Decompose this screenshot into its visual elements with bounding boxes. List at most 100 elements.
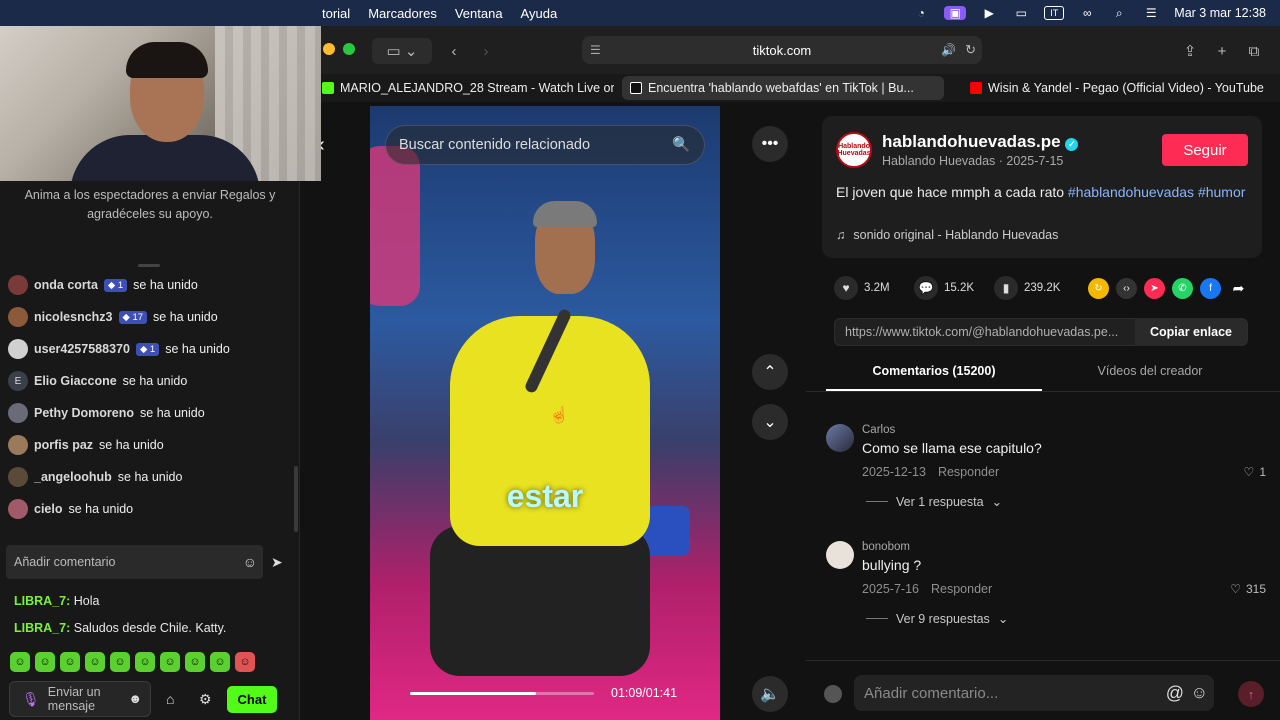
join-username[interactable]: Pethy Domoreno xyxy=(34,406,134,420)
sound-link[interactable]: ♫ sonido original - Hablando Huevadas xyxy=(836,228,1058,242)
forward-button[interactable]: › xyxy=(472,38,500,64)
speaker-icon: 🔈 xyxy=(760,686,780,703)
follow-button[interactable]: Seguir xyxy=(1162,134,1248,166)
input-source-icon[interactable]: IT xyxy=(1044,6,1065,20)
related-search-input[interactable]: Buscar contenido relacionado 🔍 xyxy=(385,125,705,165)
more-options-button[interactable]: ••• xyxy=(752,126,788,162)
facebook-icon[interactable]: f xyxy=(1200,278,1221,299)
send-message-input[interactable]: 🎙 Enviar un mensaje ☻ xyxy=(9,681,151,717)
battery-icon[interactable]: ▭ xyxy=(1012,6,1030,20)
view-replies-button[interactable]: Ver 1 respuesta ⌄ xyxy=(866,494,1002,509)
microphone-icon[interactable]: 🎙 xyxy=(22,692,40,706)
play-icon[interactable]: ▶ xyxy=(980,6,998,20)
tab-tiktok-search[interactable]: Encuentra 'hablando webafdas' en TikTok … xyxy=(622,76,944,100)
join-username[interactable]: cielo xyxy=(34,502,63,516)
comment-username[interactable]: bonobom xyxy=(862,541,910,553)
audio-playing-icon[interactable]: 🔊 xyxy=(941,43,956,57)
reply-button[interactable]: Responder xyxy=(938,465,999,479)
maximize-window-button[interactable] xyxy=(343,43,355,55)
chat-send-button[interactable]: Chat xyxy=(227,686,277,713)
settings-button[interactable]: ⚙ xyxy=(199,691,212,708)
comment-input[interactable]: Añadir comentario... @ ☺ xyxy=(854,675,1214,711)
address-bar[interactable]: ☰ tiktok.com 🔊 ↻ xyxy=(582,36,982,64)
scroll-handle[interactable] xyxy=(138,264,160,267)
emote-icon[interactable]: ☺ xyxy=(135,652,155,672)
scrollbar[interactable] xyxy=(294,466,298,532)
emoji-icon[interactable]: ☺ xyxy=(243,554,257,570)
tab-creator-videos[interactable]: Vídeos del creador xyxy=(1042,364,1258,392)
emote-icon[interactable]: ☺ xyxy=(235,652,255,672)
tab-comments[interactable]: Comentarios (15200) xyxy=(826,364,1042,392)
screen-record-icon[interactable]: ▣ xyxy=(944,6,967,20)
emoji-icon[interactable]: ☺ xyxy=(1191,683,1208,703)
menu-item-tutorial[interactable]: torial xyxy=(322,6,350,21)
join-username[interactable]: porfis paz xyxy=(34,438,93,452)
tab-overview-button[interactable]: ⧉ xyxy=(1244,38,1264,64)
menu-clock[interactable]: Mar 3 mar 12:38 xyxy=(1174,6,1266,20)
join-username[interactable]: _angeloohub xyxy=(34,470,112,484)
emote-icon[interactable]: ☺ xyxy=(35,652,55,672)
sidebar-toggle-button[interactable]: ▭ ⌄ xyxy=(372,38,432,64)
menu-item-bookmarks[interactable]: Marcadores xyxy=(368,6,437,21)
hashtag-link[interactable]: #humor xyxy=(1198,184,1245,200)
chat-username[interactable]: LIBRA_7: xyxy=(14,621,70,635)
mention-icon[interactable]: @ xyxy=(1166,683,1184,704)
link-icon[interactable]: ∞ xyxy=(1078,6,1096,20)
send-to-friends-icon[interactable]: ➤ xyxy=(1144,278,1165,299)
share-button[interactable]: ⇪ xyxy=(1180,38,1200,64)
emote-icon[interactable]: ☺ xyxy=(210,652,230,672)
view-replies-button[interactable]: Ver 9 respuestas ⌄ xyxy=(866,611,1008,626)
post-comment-button[interactable]: ↑ xyxy=(1238,681,1264,707)
send-comment-button[interactable]: ➤ xyxy=(271,554,283,571)
store-button[interactable]: ⌂ xyxy=(166,691,174,707)
video-player[interactable] xyxy=(370,106,720,720)
copy-link-button[interactable]: Copiar enlace xyxy=(1135,318,1247,346)
menu-item-help[interactable]: Ayuda xyxy=(521,6,558,21)
emote-icon[interactable]: ☺ xyxy=(160,652,180,672)
menu-item-window[interactable]: Ventana xyxy=(455,6,503,21)
emote-icon[interactable]: ☺ xyxy=(85,652,105,672)
tab-kick-stream[interactable]: MARIO_ALEJANDRO_28 Stream - Watch Live o… xyxy=(322,76,614,100)
avatar[interactable] xyxy=(826,541,854,569)
control-center-icon[interactable]: ☰ xyxy=(1142,6,1160,20)
avatar[interactable] xyxy=(826,424,854,452)
comment-like-button[interactable]: ♡ 315 xyxy=(1230,582,1266,596)
hashtag-link[interactable]: #hablandohuevadas xyxy=(1068,184,1194,200)
whatsapp-icon[interactable]: ✆ xyxy=(1172,278,1193,299)
new-tab-button[interactable]: + xyxy=(1212,38,1232,64)
emoji-icon[interactable]: ☻ xyxy=(128,692,142,706)
creator-username[interactable]: hablandohuevadas.pe ✓ xyxy=(882,132,1079,152)
emote-icon[interactable]: ☺ xyxy=(60,652,80,672)
embed-icon[interactable]: ‹› xyxy=(1116,278,1137,299)
comment-like-button[interactable]: ♡ 1 xyxy=(1244,465,1266,479)
join-username[interactable]: nicolesnchz3 xyxy=(34,310,113,324)
tab-youtube-video[interactable]: Wisin & Yandel - Pegao (Official Video) … xyxy=(970,76,1270,100)
join-username[interactable]: Elio Giaccone xyxy=(34,374,117,388)
minimize-window-button[interactable] xyxy=(323,43,335,55)
reload-icon[interactable]: ↻ xyxy=(965,42,976,58)
share-link-text[interactable]: https://www.tiktok.com/@hablandohuevadas… xyxy=(845,325,1135,339)
video-progress-bar[interactable] xyxy=(410,692,594,695)
back-button[interactable]: ‹ xyxy=(440,38,468,64)
emote-icon[interactable]: ☺ xyxy=(185,652,205,672)
save-button[interactable]: ▮ 239.2K xyxy=(994,276,1060,300)
previous-video-button[interactable]: ⌃ xyxy=(752,354,788,390)
search-icon[interactable]: 🔍 xyxy=(672,136,690,153)
repost-icon[interactable]: ↻ xyxy=(1088,278,1109,299)
more-share-icon[interactable]: ➦ xyxy=(1228,278,1249,299)
next-video-button[interactable]: ⌄ xyxy=(752,404,788,440)
stream-comment-input[interactable]: Añadir comentario ☺ xyxy=(6,545,263,579)
app-status-icon[interactable]: ◔ xyxy=(912,6,930,20)
search-icon[interactable]: ⌕ xyxy=(1110,6,1128,20)
comment-username[interactable]: Carlos xyxy=(862,424,895,436)
like-button[interactable]: ♥ 3.2M xyxy=(834,276,890,300)
join-username[interactable]: onda corta xyxy=(34,278,98,292)
volume-button[interactable]: 🔈 xyxy=(752,676,788,712)
join-username[interactable]: user4257588370 xyxy=(34,342,130,356)
emote-icon[interactable]: ☺ xyxy=(10,652,30,672)
chat-username[interactable]: LIBRA_7: xyxy=(14,594,70,608)
emote-icon[interactable]: ☺ xyxy=(110,652,130,672)
reply-button[interactable]: Responder xyxy=(931,582,992,596)
creator-avatar[interactable]: Hablando Huevadas xyxy=(836,132,872,168)
comment-button[interactable]: 💬 15.2K xyxy=(914,276,974,300)
